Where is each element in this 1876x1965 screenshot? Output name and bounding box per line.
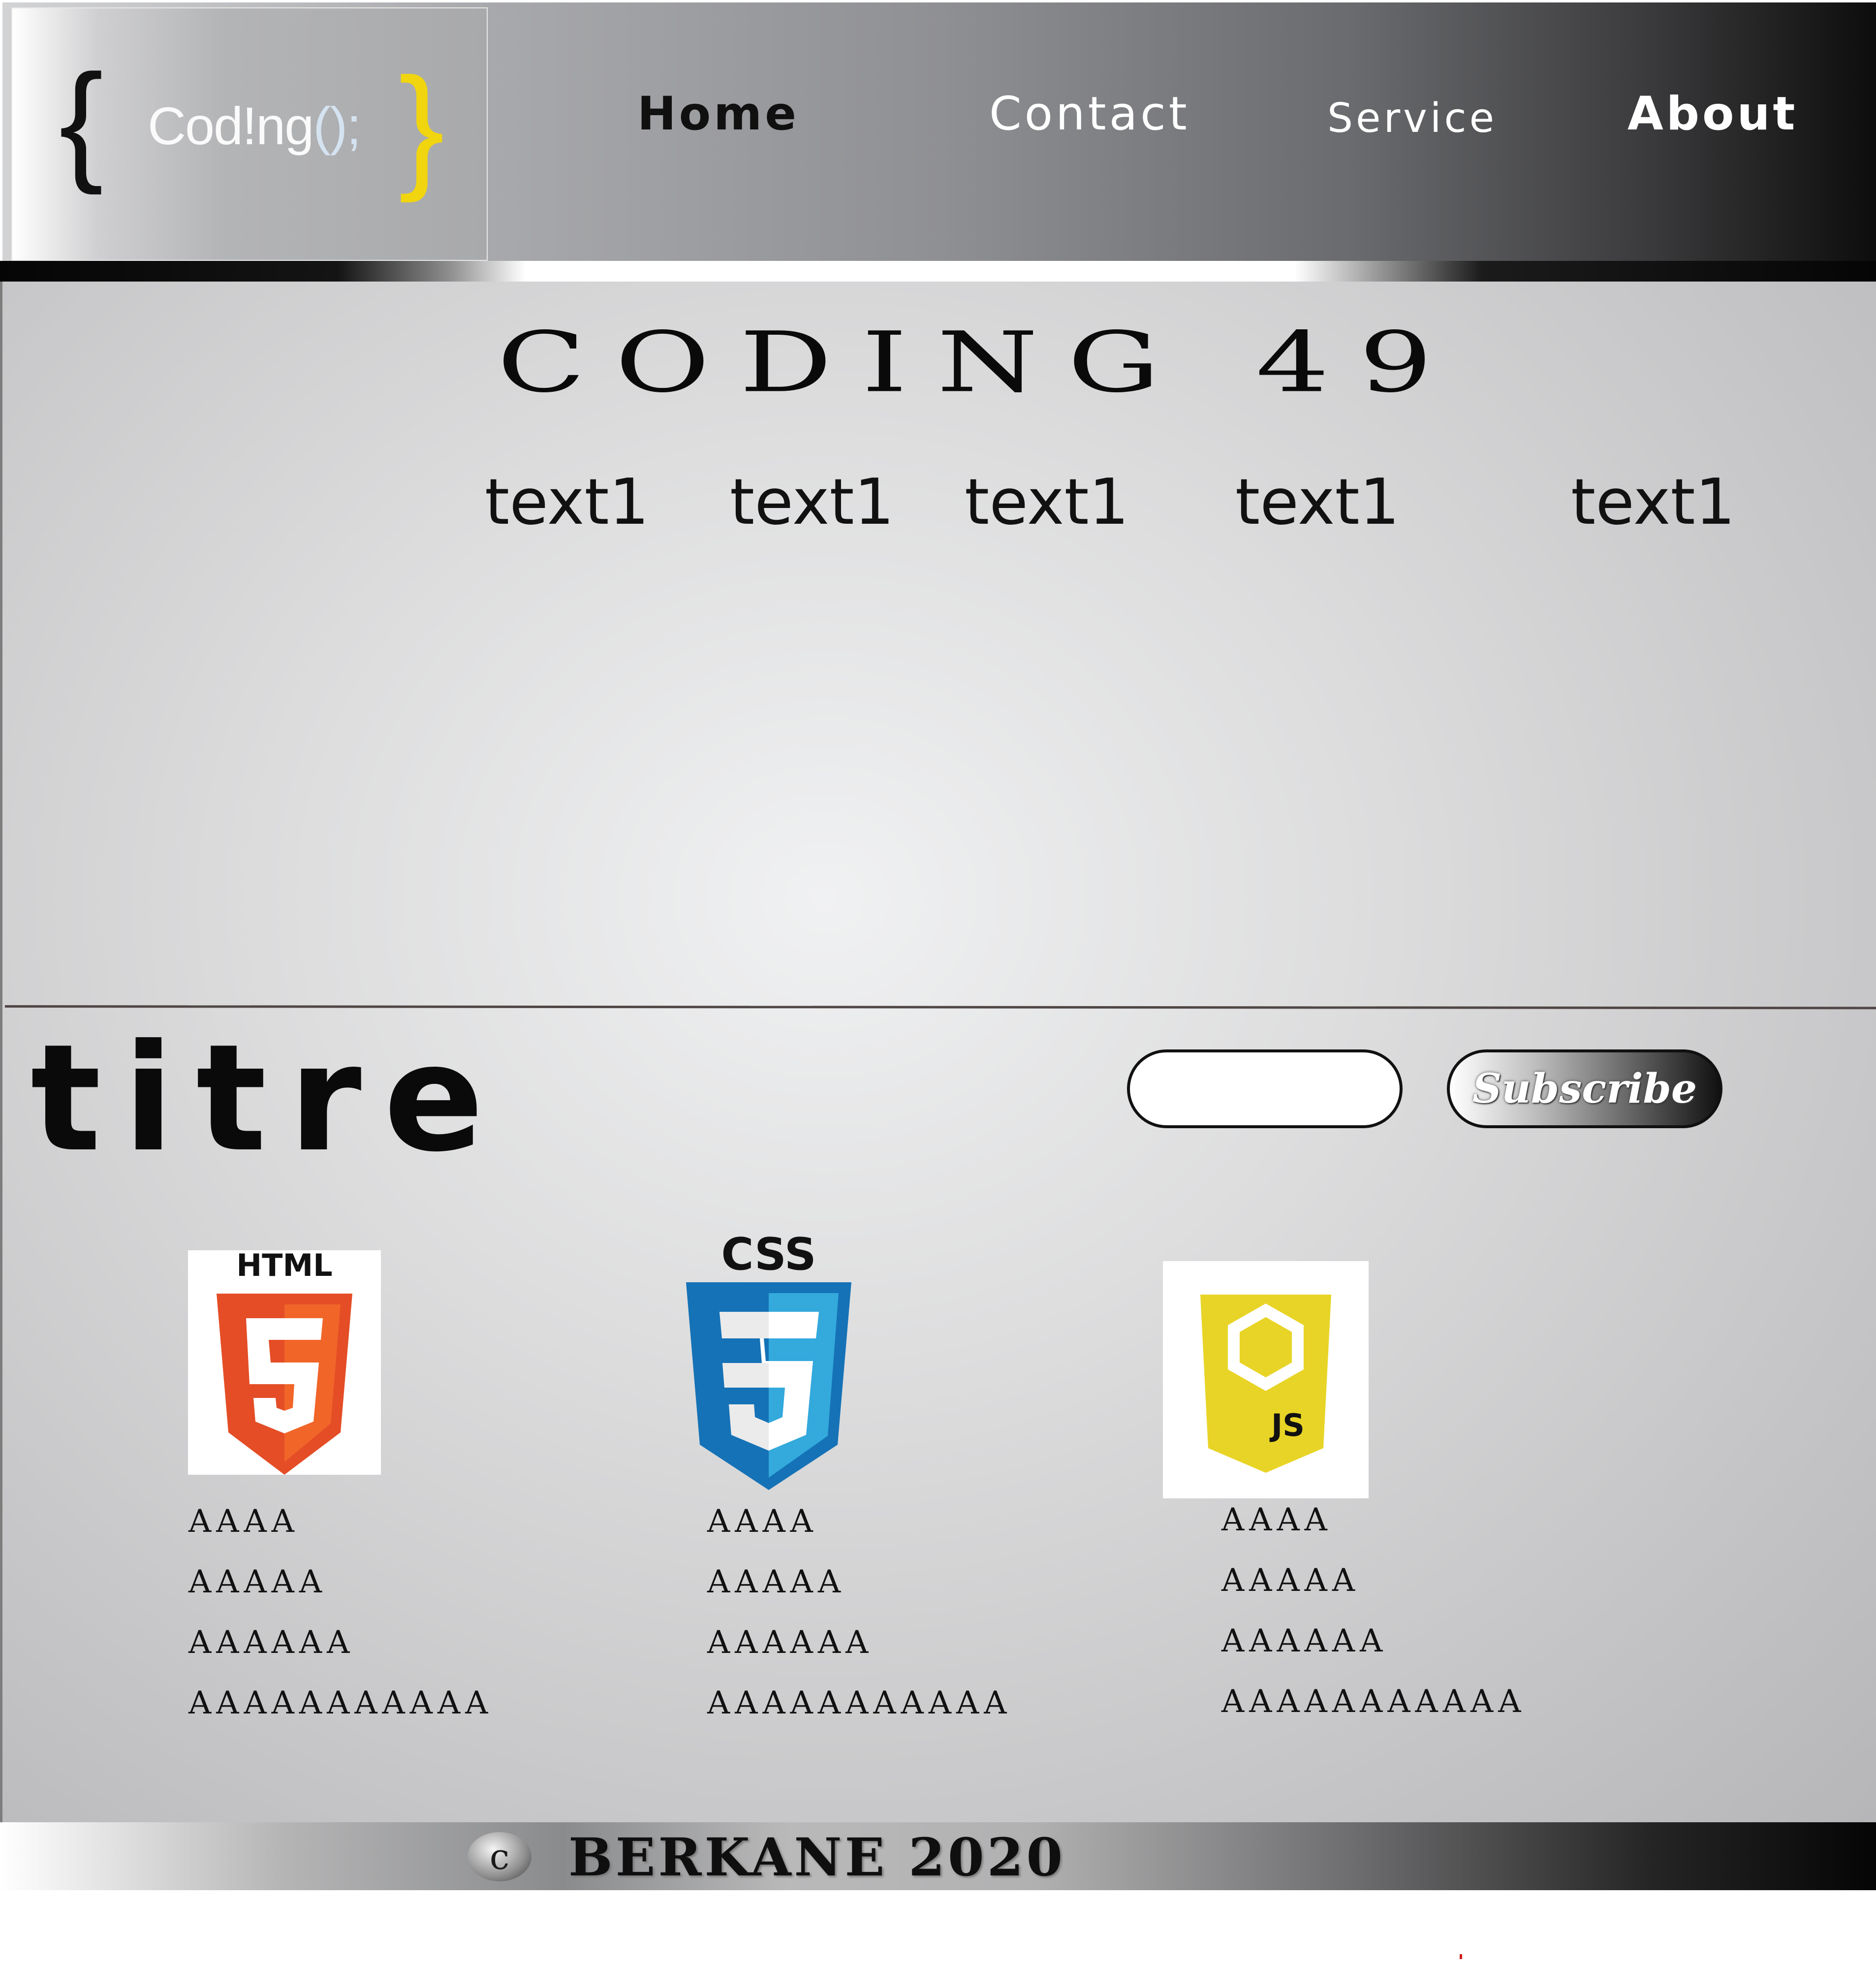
list-item: AAAAAA — [707, 1624, 874, 1661]
logo-close-brace: } — [399, 50, 445, 203]
list-item: AAAAA — [1221, 1562, 1360, 1599]
copyright-text: BERKANE 2020 — [568, 1826, 1066, 1888]
subscribe-button[interactable]: Subscribe — [1447, 1049, 1722, 1128]
js-feature-list: AAAA AAAAA AAAAAA AAAAAAAAAAA — [1221, 1490, 1526, 1732]
html5-logo: HTML — [188, 1250, 381, 1475]
css-logo-label: CSS — [721, 1234, 816, 1280]
hero-item: text1 — [1571, 466, 1736, 539]
html-feature-list: AAAA AAAAA AAAAAA AAAAAAAAAAA — [188, 1491, 493, 1734]
page: { Cod!ng(); } Home Contact Service About… — [0, 0, 1876, 1965]
javascript-logo: JS — [1163, 1261, 1369, 1498]
list-item: AAAAAA — [1221, 1623, 1388, 1659]
main-content: CODING 49 text1 text1 text1 text1 text1 … — [0, 282, 1876, 1822]
header-bar: { Cod!ng(); } Home Contact Service About — [2, 2, 1876, 261]
header-divider-band — [0, 261, 1876, 282]
site-logo[interactable]: { Cod!ng(); } — [11, 7, 488, 261]
list-item: AAAAA — [707, 1564, 846, 1600]
css3-shield-icon: CSS — [686, 1234, 851, 1490]
page-left-edge — [0, 282, 2, 1847]
section-divider — [4, 1005, 1876, 1010]
list-item: AAAAAAAAAAA — [707, 1685, 1012, 1721]
hero-item: text1 — [730, 466, 895, 539]
list-item: AAAAAA — [188, 1624, 355, 1661]
nav-link-contact[interactable]: Contact — [989, 91, 1190, 137]
list-item: AAAA — [188, 1503, 299, 1540]
list-item: AAAAA — [188, 1564, 327, 1600]
nav-link-service[interactable]: Service — [1327, 98, 1497, 139]
nav-link-about[interactable]: About — [1627, 91, 1798, 137]
section-title: titre — [31, 1013, 506, 1184]
html5-shield-icon: HTML — [217, 1250, 352, 1475]
list-item: AAAAAAAAAAA — [1221, 1683, 1526, 1720]
copyright: c BERKANE 2020 — [468, 1826, 1065, 1888]
hero-item: text1 — [485, 466, 650, 539]
logo-text-parens: (); — [313, 96, 361, 156]
list-item: AAAA — [707, 1503, 818, 1540]
logo-text-main: Cod!ng — [148, 96, 314, 156]
css-feature-list: AAAA AAAAA AAAAAA AAAAAAAAAAA — [707, 1491, 1011, 1734]
logo-text: Cod!ng(); — [148, 96, 361, 156]
hero-title: CODING 49 — [497, 314, 1462, 411]
css3-logo: CSS — [685, 1234, 852, 1490]
nav-link-home[interactable]: Home — [637, 91, 799, 137]
js-logo-label: JS — [1269, 1407, 1305, 1443]
list-item: AAAA — [1221, 1502, 1332, 1538]
stray-mark — [1460, 1954, 1462, 1959]
hero-item: text1 — [1235, 466, 1400, 539]
js-shield-icon: JS — [1200, 1295, 1331, 1473]
hero-item: text1 — [965, 466, 1129, 539]
copyright-icon: c — [468, 1832, 532, 1881]
logo-open-brace: { — [59, 47, 104, 195]
html-logo-label: HTML — [236, 1250, 332, 1283]
subscribe-input[interactable] — [1127, 1049, 1403, 1128]
list-item: AAAAAAAAAAA — [188, 1685, 493, 1721]
